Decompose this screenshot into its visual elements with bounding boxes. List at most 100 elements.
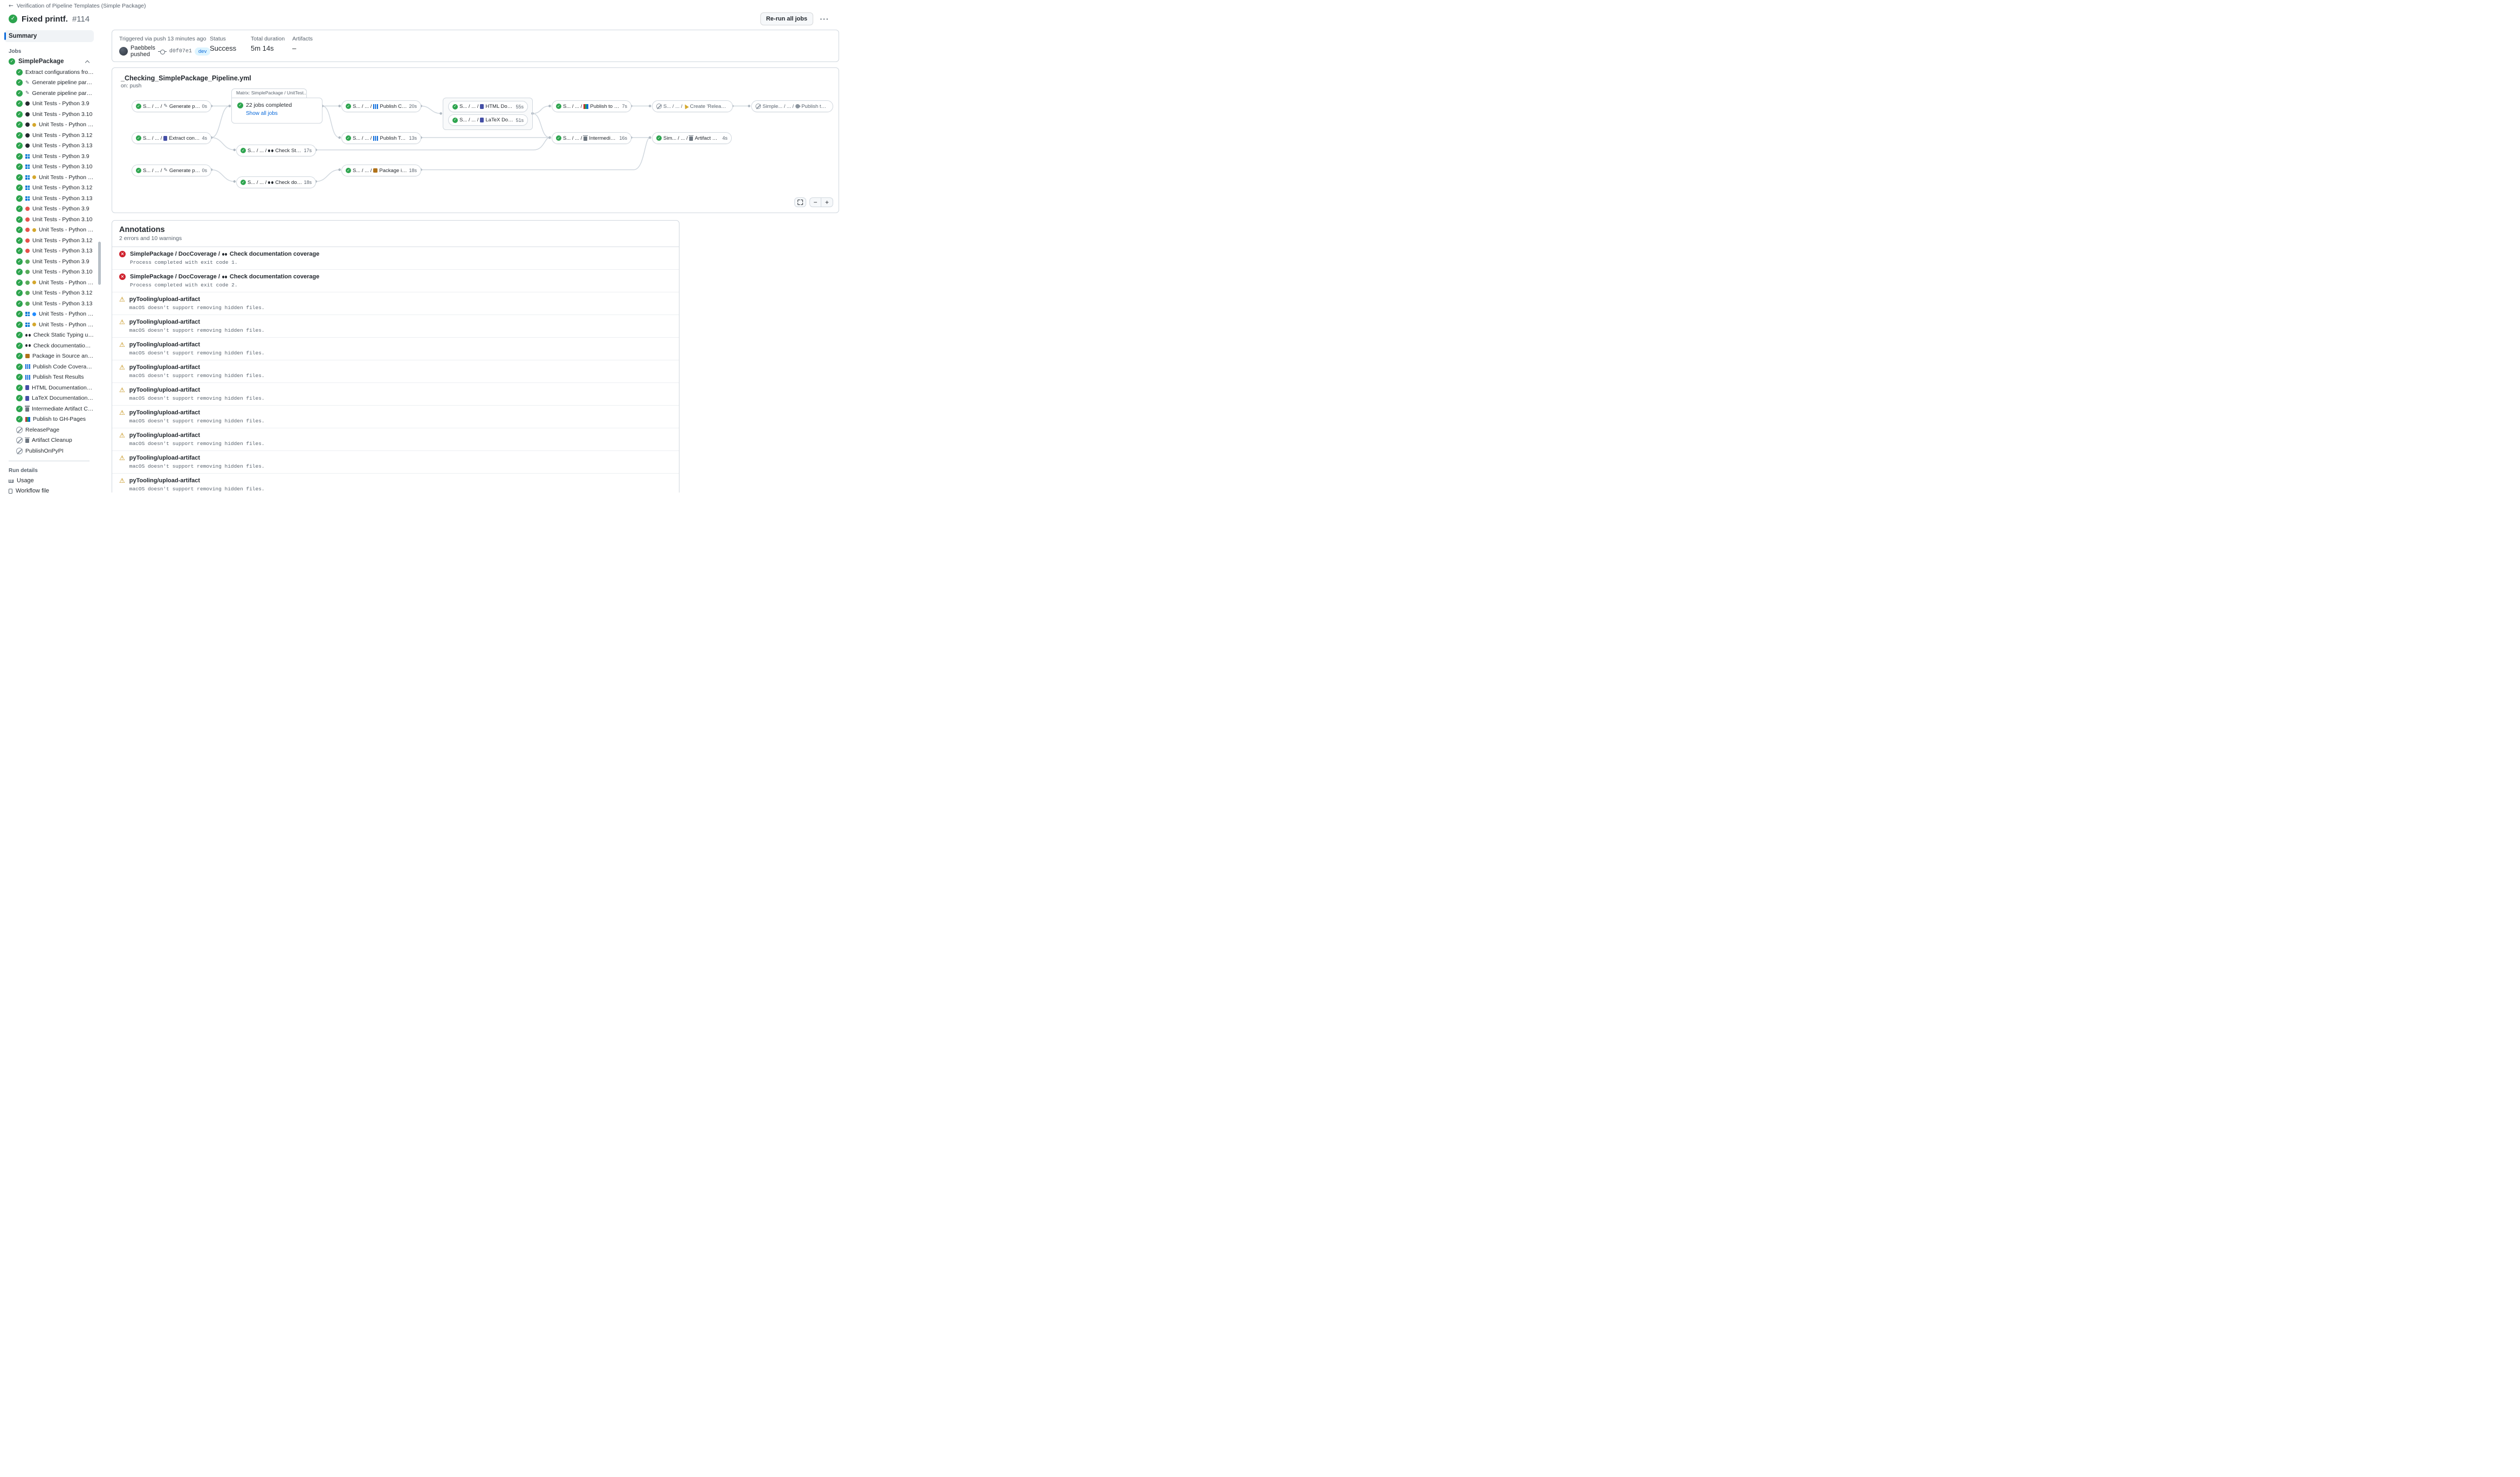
- node-name: Check Static Ty...: [275, 148, 302, 154]
- zoom-in-button[interactable]: [821, 197, 833, 207]
- annotation-title[interactable]: pyTooling/upload-artifact: [129, 341, 265, 348]
- sidebar-job-item[interactable]: Generate pipeline parameters: [4, 88, 94, 99]
- graph-node-package[interactable]: S... / ... /Package in Sou...18s: [341, 165, 421, 176]
- sidebar-item-usage[interactable]: Usage: [4, 476, 94, 486]
- sidebar-job-item[interactable]: Unit Tests - Python 3.12: [4, 288, 94, 299]
- run-detail-label: Usage: [17, 477, 34, 484]
- success-icon: [16, 322, 23, 328]
- chevron-up-icon[interactable]: [85, 59, 90, 64]
- sidebar-job-item[interactable]: ReleasePage: [4, 425, 94, 435]
- sidebar-job-item[interactable]: Publish Code Coverage Results: [4, 361, 94, 372]
- sidebar-job-item[interactable]: Unit Tests - Python 3.10: [4, 109, 94, 120]
- annotation-title[interactable]: pyTooling/upload-artifact: [129, 477, 265, 484]
- sidebar-job-item[interactable]: Unit Tests - Python 3.12: [4, 309, 94, 320]
- sidebar-job-item[interactable]: Artifact Cleanup: [4, 435, 94, 446]
- graph-node-pubtest[interactable]: S... / ... /Publish Test Re...13s: [341, 132, 421, 144]
- sidebar-job-item[interactable]: Unit Tests - Python 3.9: [4, 204, 94, 215]
- breadcrumb[interactable]: Verification of Pipeline Templates (Simp…: [9, 3, 832, 9]
- matrix-tab[interactable]: Matrix: SimplePackage / UnitTest...: [231, 88, 307, 98]
- job-label: Unit Tests - Python 3.12: [32, 237, 92, 244]
- commit-hash[interactable]: d0f07e1: [169, 49, 192, 54]
- rerun-all-jobs-button[interactable]: Re-run all jobs: [760, 12, 813, 25]
- annotation-title[interactable]: SimplePackage / DocCoverage /Check docum…: [130, 273, 319, 280]
- sidebar-job-item[interactable]: LaTeX Documentation using ...: [4, 393, 94, 404]
- node-name: Generate pipelin...: [169, 104, 201, 110]
- graph-node-release[interactable]: S... / ... /Create 'Release Pa...: [652, 100, 733, 112]
- sidebar-job-item[interactable]: Unit Tests - Python 3.10: [4, 214, 94, 225]
- annotation-title[interactable]: pyTooling/upload-artifact: [129, 319, 265, 325]
- annotation-title[interactable]: pyTooling/upload-artifact: [129, 409, 265, 416]
- graph-node-ghpages[interactable]: S... / ... /Publish to GH-P...7s: [552, 100, 631, 112]
- graph-node-artifact[interactable]: Sim... / ... /Artifact Cleanup4s: [652, 132, 732, 144]
- warning-icon: [119, 387, 125, 401]
- job-label: Unit Tests - Python 3.13: [32, 300, 92, 307]
- annotation-title[interactable]: pyTooling/upload-artifact: [129, 387, 265, 393]
- sidebar-item-workflow-file[interactable]: Workflow file: [4, 486, 94, 496]
- node-prefix: S... / ... /: [459, 104, 478, 110]
- sidebar-job-item[interactable]: Package in Source and Wheel...: [4, 351, 94, 362]
- actor-pushed-label[interactable]: Paebbels pushed: [131, 45, 155, 58]
- annotation-title[interactable]: pyTooling/upload-artifact: [129, 455, 265, 461]
- graph-node-html[interactable]: S... / ... /HTML Docume...55s: [448, 101, 528, 112]
- breadcrumb-label[interactable]: Verification of Pipeline Templates (Simp…: [17, 3, 146, 9]
- sidebar-job-item[interactable]: Check documentation covera...: [4, 340, 94, 351]
- node-prefix: Sim... / ... /: [663, 135, 688, 141]
- fullscreen-button[interactable]: [794, 197, 806, 207]
- annotation-title[interactable]: pyTooling/upload-artifact: [129, 296, 265, 303]
- group-label: SimplePackage: [18, 58, 64, 65]
- sidebar-job-item[interactable]: Unit Tests - Python 3.13: [4, 141, 94, 152]
- sidebar-job-item[interactable]: Extract configurations from p...: [4, 67, 94, 78]
- branch-badge[interactable]: dev: [195, 47, 210, 56]
- sidebar-job-item[interactable]: Unit Tests - Python 3.9: [4, 151, 94, 162]
- sidebar-job-item[interactable]: Unit Tests - Python 3.11: [4, 277, 94, 288]
- back-arrow-icon[interactable]: [9, 3, 13, 9]
- node-prefix: S... / ... /: [248, 148, 266, 154]
- graph-node-intermediate[interactable]: S... / ... /Intermediate A...16s: [552, 132, 631, 144]
- sidebar-job-item[interactable]: Unit Tests - Python 3.12: [4, 319, 94, 330]
- annotation-title[interactable]: pyTooling/upload-artifact: [129, 364, 265, 371]
- sidebar-job-item[interactable]: Check Static Typing using Pyt...: [4, 330, 94, 341]
- more-options-button[interactable]: [818, 12, 832, 25]
- show-all-jobs-link[interactable]: Show all jobs: [246, 111, 317, 117]
- success-icon: [9, 58, 15, 65]
- sidebar-scrollbar-thumb[interactable]: [98, 242, 101, 285]
- sidebar-group-simplepackage[interactable]: SimplePackage: [4, 57, 94, 66]
- annotation-title[interactable]: SimplePackage / DocCoverage /Check docum…: [130, 251, 319, 257]
- sidebar-job-item[interactable]: Unit Tests - Python 3.9: [4, 256, 94, 267]
- sidebar-item-summary[interactable]: Summary: [4, 30, 94, 42]
- sidebar-job-item[interactable]: Unit Tests - Python 3.11: [4, 172, 94, 183]
- sidebar-job-item[interactable]: HTML Documentation using ...: [4, 382, 94, 393]
- graph-node-latex[interactable]: S... / ... /LaTeX Docume...51s: [448, 114, 528, 126]
- sidebar-job-item[interactable]: Unit Tests - Python 3.12: [4, 235, 94, 246]
- sidebar-job-item[interactable]: Unit Tests - Python 3.11: [4, 120, 94, 131]
- matrix-group[interactable]: 22 jobs completed Show all jobs: [231, 98, 322, 124]
- avatar[interactable]: [119, 47, 128, 56]
- sidebar-job-item[interactable]: Publish Test Results: [4, 372, 94, 383]
- sidebar-job-item[interactable]: PublishOnPyPI: [4, 446, 94, 456]
- annotation-title-text: pyTooling/upload-artifact: [129, 477, 200, 484]
- graph-node-extract[interactable]: S... / ... /Extract configur...4s: [132, 132, 211, 144]
- zoom-out-button[interactable]: [809, 197, 821, 207]
- graph-node-checkdoc[interactable]: S... / ... /Check docume...18s: [236, 176, 316, 188]
- sidebar-job-item[interactable]: Unit Tests - Python 3.13: [4, 298, 94, 309]
- trash-icon: [25, 407, 29, 412]
- graph-node-gen2[interactable]: S... / ... /Generate pipelin...0s: [132, 165, 211, 176]
- sidebar-job-item[interactable]: Unit Tests - Python 3.13: [4, 246, 94, 257]
- graph-node-gen1[interactable]: S... / ... /Generate pipelin...0s: [132, 100, 211, 112]
- graph-node-pubcode[interactable]: S... / ... /Publish Code C...20s: [341, 100, 421, 112]
- annotation-message: Process completed with exit code 1.: [130, 259, 319, 265]
- sidebar-job-item[interactable]: Publish to GH-Pages: [4, 414, 94, 425]
- sidebar-job-item[interactable]: Unit Tests - Python 3.12: [4, 130, 94, 141]
- graph-node-checkstatic[interactable]: S... / ... /Check Static Ty...17s: [236, 145, 316, 156]
- sidebar-job-item[interactable]: Intermediate Artifact Cleanup: [4, 404, 94, 414]
- annotation-title[interactable]: pyTooling/upload-artifact: [129, 432, 265, 439]
- sidebar-job-item[interactable]: Unit Tests - Python 3.13: [4, 193, 94, 204]
- graph-node-pypi[interactable]: Simple... / ... /Publish to PyPI: [751, 100, 833, 112]
- windows-icon: [25, 323, 30, 327]
- sidebar-job-item[interactable]: Unit Tests - Python 3.9: [4, 99, 94, 110]
- sidebar-job-item[interactable]: Unit Tests - Python 3.11: [4, 225, 94, 236]
- sidebar-job-item[interactable]: Unit Tests - Python 3.10: [4, 267, 94, 278]
- sidebar-job-item[interactable]: Unit Tests - Python 3.10: [4, 162, 94, 173]
- sidebar-job-item[interactable]: Generate pipeline parameters: [4, 78, 94, 88]
- sidebar-job-item[interactable]: Unit Tests - Python 3.12: [4, 183, 94, 194]
